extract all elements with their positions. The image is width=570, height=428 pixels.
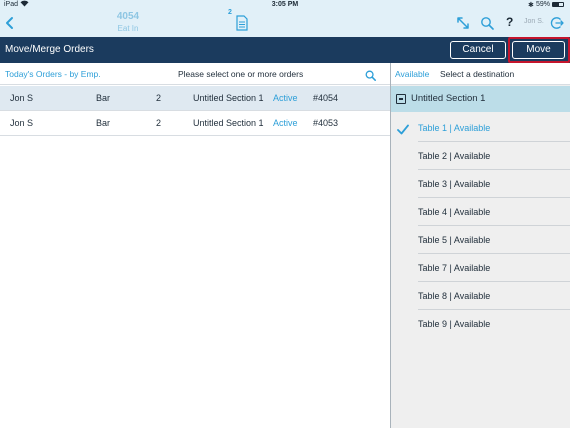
order-section: Untitled Section 1 <box>193 118 264 128</box>
current-order-type: Eat In <box>117 24 139 33</box>
order-guests: 2 <box>156 118 162 128</box>
table-label: Table 9 | Available <box>418 319 491 329</box>
table-label: Table 5 | Available <box>418 235 491 245</box>
current-order-number: 4054 <box>116 11 140 22</box>
table-label: Table 4 | Available <box>418 207 491 217</box>
table-row-7[interactable]: Table 7 | Available <box>391 254 570 282</box>
section-label: Untitled Section 1 <box>411 93 486 104</box>
section-header[interactable]: Untitled Section 1 <box>391 86 570 112</box>
status-time: 3:05 PM <box>271 1 299 8</box>
document-count-badge: 2 <box>228 9 232 16</box>
collapse-minus-icon[interactable] <box>396 94 406 104</box>
move-button[interactable]: Move <box>512 41 565 59</box>
table-row-8[interactable]: Table 8 | Available <box>391 282 570 310</box>
order-status: Active <box>273 93 298 103</box>
status-bar: iPad 3:05 PM ✱ 59% <box>0 0 570 9</box>
table-label: Table 2 | Available <box>418 151 491 161</box>
orders-subheader: Today's Orders - by Emp. Please select o… <box>0 63 390 85</box>
page-title: Move/Merge Orders <box>5 44 94 55</box>
table-label: Table 8 | Available <box>418 291 491 301</box>
table-row-1[interactable]: Table 1 | Available <box>391 114 570 142</box>
order-number: #4053 <box>313 118 339 128</box>
document-icon[interactable] <box>236 15 248 31</box>
order-employee: Jon S <box>10 118 34 128</box>
orders-filter-link[interactable]: Today's Orders - by Emp. <box>5 69 101 79</box>
back-chevron-icon[interactable] <box>3 15 17 31</box>
checkmark-icon <box>397 122 409 135</box>
table-row-9[interactable]: Table 9 | Available <box>391 310 570 338</box>
table-label: Table 3 | Available <box>418 179 491 189</box>
orders-prompt: Please select one or more orders <box>178 69 304 79</box>
battery-icon <box>552 2 564 7</box>
cancel-button[interactable]: Cancel <box>450 41 506 59</box>
wifi-icon <box>20 0 29 9</box>
move-merge-header: Move/Merge Orders Cancel Move <box>0 37 570 63</box>
table-row-3[interactable]: Table 3 | Available <box>391 170 570 198</box>
order-section: Untitled Section 1 <box>193 93 264 103</box>
help-icon[interactable]: ? <box>506 15 513 29</box>
order-area: Bar <box>96 118 111 128</box>
table-label: Table 7 | Available <box>418 263 491 273</box>
order-employee: Jon S <box>10 93 34 103</box>
destination-prompt: Select a destination <box>440 69 515 79</box>
orders-search-icon[interactable] <box>365 68 376 81</box>
carrier-label: iPad <box>4 1 19 8</box>
orders-panel: Today's Orders - by Emp. Please select o… <box>0 63 390 428</box>
table-row-2[interactable]: Table 2 | Available <box>391 142 570 170</box>
battery-percent: 59% <box>536 1 551 8</box>
bluetooth-icon: ✱ <box>528 2 534 9</box>
destination-filter-link[interactable]: Available <box>395 69 429 79</box>
destination-panel: Available Select a destination Untitled … <box>391 63 570 428</box>
order-row-4054[interactable]: Jon S Bar 2 Untitled Section 1 Active #4… <box>0 86 390 111</box>
user-name[interactable]: Jon S. <box>524 18 544 25</box>
table-row-5[interactable]: Table 5 | Available <box>391 226 570 254</box>
order-guests: 2 <box>156 93 162 103</box>
logout-icon[interactable] <box>550 16 564 30</box>
order-row-4053[interactable]: Jon S Bar 2 Untitled Section 1 Active #4… <box>0 111 390 136</box>
search-icon[interactable] <box>480 16 494 30</box>
destination-subheader: Available Select a destination <box>391 63 570 85</box>
app-toolbar: 4054 Eat In 2 ? Jon S. <box>0 9 570 37</box>
table-row-4[interactable]: Table 4 | Available <box>391 198 570 226</box>
order-status: Active <box>273 118 298 128</box>
expand-arrows-icon[interactable] <box>456 16 470 30</box>
order-number: #4054 <box>313 93 339 103</box>
table-label: Table 1 | Available <box>418 123 491 133</box>
order-area: Bar <box>96 93 111 103</box>
